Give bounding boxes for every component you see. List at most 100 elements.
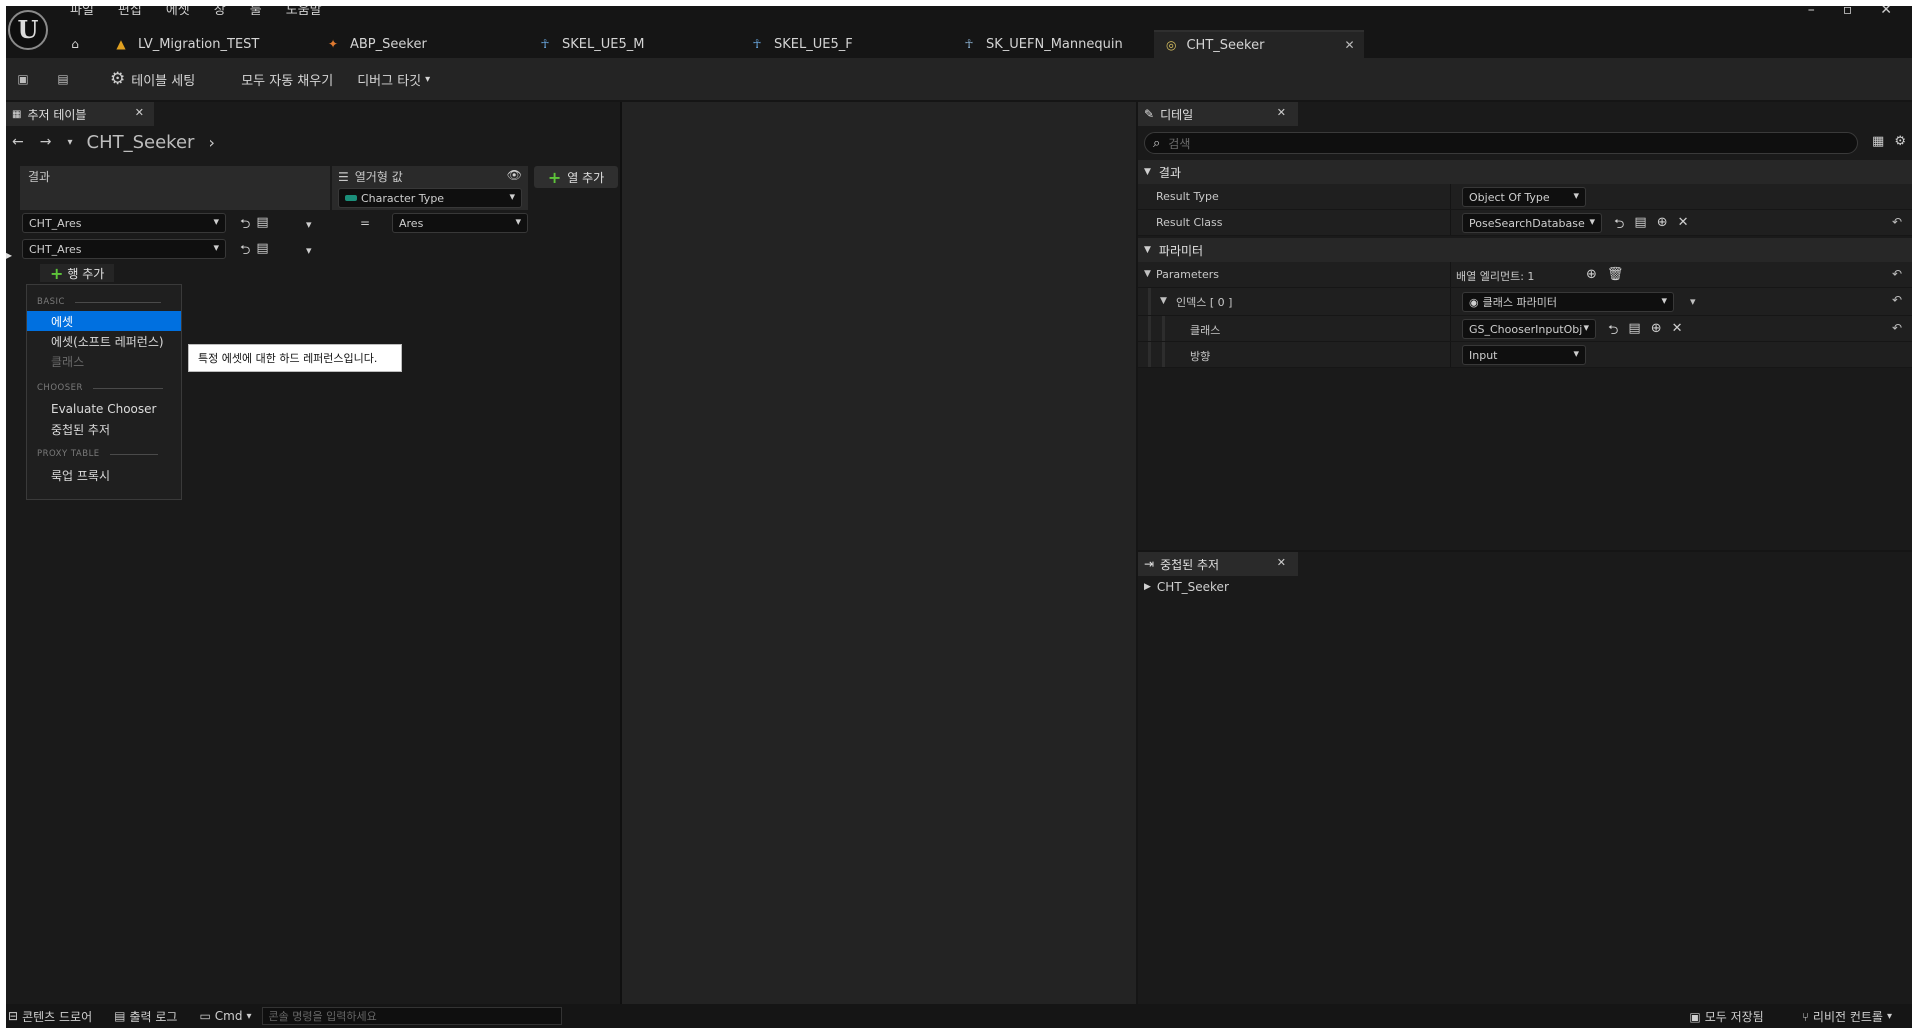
browse-asset-icon[interactable]: ▤	[256, 241, 268, 263]
add-row-button[interactable]: + 행 추가	[40, 264, 115, 283]
history-chevron-icon[interactable]: ▾	[67, 137, 72, 148]
browse-icon[interactable]: ▤	[1634, 215, 1646, 237]
add-column-button[interactable]: + 열 추가	[534, 166, 618, 188]
close-window-icon[interactable]: ✕	[1880, 6, 1892, 18]
enum-column-header[interactable]: ☰ 열거형 값 👁 Character Type ▾	[332, 166, 528, 210]
index-0-expand-icon[interactable]: ▾	[1690, 295, 1696, 308]
expand-triangle-icon[interactable]: ▶	[1144, 582, 1151, 592]
clear-icon[interactable]: ✕	[1672, 321, 1683, 343]
grid-view-icon[interactable]: ▦	[1872, 134, 1884, 149]
output-log-button[interactable]: ▤ 출력 로그	[114, 1008, 177, 1025]
add-circle-icon[interactable]: ⊕	[1586, 267, 1597, 282]
section-parameters[interactable]: ▼ 파라미터	[1138, 238, 1912, 262]
save-icon[interactable]: ▣	[10, 66, 36, 92]
class-combo[interactable]: GS_ChooserInputObj ▾	[1462, 319, 1596, 339]
index-0-type-combo[interactable]: ◉ 클래스 파라미터 ▾	[1462, 292, 1674, 312]
table-settings-label: 테이블 세팅	[131, 73, 196, 89]
reset-to-default-icon[interactable]: ↶	[1892, 321, 1902, 335]
close-panel-icon[interactable]: ✕	[1277, 556, 1286, 569]
use-selected-icon[interactable]: ⮌	[1614, 215, 1624, 237]
panel-tab-nested-chooser[interactable]: ⇥ 중첩된 추저 ✕	[1138, 552, 1298, 576]
tab-cht-seeker[interactable]: ◎ CHT_Seeker ✕	[1154, 30, 1364, 58]
back-arrow-icon[interactable]: ←	[12, 134, 24, 150]
settings-icon[interactable]: ⚙	[1894, 134, 1906, 149]
debug-target-dropdown[interactable]: 디버그 타깃 ▾	[357, 70, 430, 89]
menu-file[interactable]: 파일	[58, 6, 106, 18]
unreal-logo-icon[interactable]: U	[8, 10, 48, 50]
cmd-dropdown[interactable]: ▭ Cmd ▾	[199, 1009, 251, 1023]
clear-icon[interactable]: ✕	[1678, 215, 1689, 237]
chevron-down-icon: ▾	[1661, 294, 1667, 307]
reset-to-default-icon[interactable]: ↶	[1892, 293, 1902, 307]
tab-skel-ue5-f[interactable]: ☥ SKEL_UE5_F	[738, 30, 950, 58]
chevron-down-icon: ▾	[1589, 215, 1595, 228]
menu-item-class[interactable]: 클래스	[27, 351, 181, 371]
nested-tree-item[interactable]: ▶ CHT_Seeker	[1144, 580, 1229, 594]
browse-asset-icon[interactable]: ▤	[256, 215, 268, 237]
menu-item-soft-asset[interactable]: 에셋(소프트 레퍼런스)	[27, 331, 181, 351]
collapse-triangle-icon[interactable]: ▼	[1160, 296, 1167, 306]
section-title: CHOOSER	[37, 383, 83, 393]
add-circle-icon[interactable]: ⊕	[1651, 321, 1662, 343]
use-selected-icon[interactable]: ⮌	[240, 241, 250, 263]
menu-item-lookup-proxy[interactable]: 룩업 프록시	[27, 465, 181, 485]
tab-abp-seeker[interactable]: ✦ ABP_Seeker	[314, 30, 526, 58]
revision-control-button[interactable]: ⑂ 리비전 컨트롤 ▾	[1802, 1008, 1892, 1025]
tab-skel-ue5-m[interactable]: ☥ SKEL_UE5_M	[526, 30, 738, 58]
close-tab-icon[interactable]: ✕	[1344, 38, 1354, 52]
chevron-down-icon: ▾	[509, 190, 515, 203]
use-selected-icon[interactable]: ⮌	[240, 215, 250, 237]
panel-tab-label: 추저 테이블	[27, 107, 87, 122]
row-2-expand-icon[interactable]: ▾	[306, 244, 312, 257]
close-panel-icon[interactable]: ✕	[135, 106, 144, 119]
forward-arrow-icon[interactable]: →	[40, 134, 52, 150]
row-1-enum-combo[interactable]: Ares ▾	[392, 213, 528, 233]
save-all-button[interactable]: ▣ 모두 저장됨	[1689, 1008, 1763, 1025]
section-result[interactable]: ▼ 결과	[1138, 160, 1912, 184]
reset-to-default-icon[interactable]: ↶	[1892, 215, 1902, 229]
menu-item-nested-chooser[interactable]: 중첩된 추저	[27, 419, 181, 439]
result-type-combo[interactable]: Object Of Type ▾	[1462, 187, 1586, 207]
menu-item-asset[interactable]: 에셋	[27, 311, 181, 331]
array-actions: ⊕ 🗑	[1586, 267, 1623, 282]
tab-sk-uefn-mannequin[interactable]: ☥ SK_UEFN_Mannequin	[950, 30, 1154, 58]
panel-tab-details[interactable]: ✎ 디테일 ✕	[1138, 102, 1298, 126]
tab-home[interactable]: ⌂	[58, 30, 102, 58]
reset-to-default-icon[interactable]: ↶	[1892, 267, 1902, 281]
filter-icon: ☰	[338, 169, 349, 184]
add-circle-icon[interactable]: ⊕	[1657, 215, 1668, 237]
direction-combo[interactable]: Input ▾	[1462, 345, 1586, 365]
console-command-input[interactable]: 콘솔 명령을 입력하세요	[261, 1007, 562, 1025]
chevron-right-icon[interactable]: ›	[208, 133, 214, 152]
close-panel-icon[interactable]: ✕	[1277, 106, 1286, 119]
eye-icon[interactable]: 👁	[507, 168, 522, 182]
row-1-expand-icon[interactable]: ▾	[306, 218, 312, 231]
collapse-triangle-icon[interactable]: ▼	[1144, 269, 1151, 279]
table-settings-button[interactable]: ⚙ 테이블 세팅	[110, 69, 195, 89]
row-2-actions: ⮌ ▤	[240, 241, 269, 263]
minimize-icon[interactable]: –	[1808, 6, 1815, 18]
result-class-combo[interactable]: PoseSearchDatabase ▾	[1462, 213, 1602, 233]
row-1-result-combo[interactable]: CHT_Ares ▾	[22, 213, 226, 233]
auto-fill-button[interactable]: 모두 자동 채우기	[241, 70, 333, 89]
use-selected-icon[interactable]: ⮌	[1608, 321, 1618, 343]
menu-help[interactable]: 도움말	[274, 6, 334, 18]
breadcrumb-title[interactable]: CHT_Seeker	[87, 132, 195, 153]
content-drawer-button[interactable]: ⊟ 콘텐츠 드로어	[8, 1008, 92, 1025]
row-2-result-combo[interactable]: CHT_Ares ▾	[22, 239, 226, 259]
trash-icon[interactable]: 🗑	[1607, 267, 1624, 282]
menu-window[interactable]: 창	[202, 6, 238, 18]
menu-item-evaluate-chooser[interactable]: Evaluate Chooser	[27, 399, 181, 419]
menu-edit[interactable]: 편집	[106, 6, 154, 18]
browse-icon[interactable]: ▤	[50, 66, 76, 92]
maximize-icon[interactable]: ▫	[1843, 6, 1853, 18]
enum-type-combo[interactable]: Character Type ▾	[338, 188, 522, 208]
tab-lv-migration-test[interactable]: ▲ LV_Migration_TEST	[102, 30, 314, 58]
collapse-triangle-icon: ▼	[1144, 245, 1151, 255]
menu-asset[interactable]: 에셋	[154, 6, 202, 18]
panel-tab-chooser-table[interactable]: ▦ 추저 테이블 ✕	[6, 102, 154, 126]
details-search-input[interactable]: ⌕ 검색	[1144, 132, 1858, 154]
save-icon: ▣	[1689, 1009, 1701, 1024]
menu-tools[interactable]: 툴	[238, 6, 274, 18]
browse-icon[interactable]: ▤	[1628, 321, 1640, 343]
